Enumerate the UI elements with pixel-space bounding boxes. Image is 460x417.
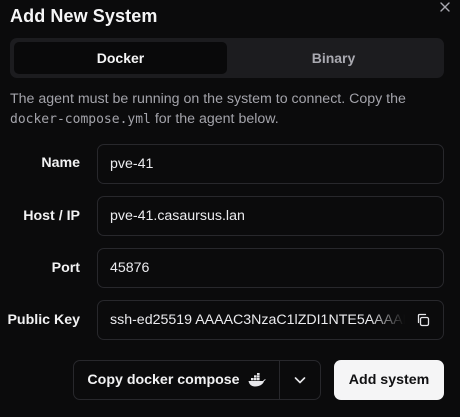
compose-options-dropdown[interactable] (280, 361, 320, 399)
port-value: 45876 (110, 260, 150, 276)
port-label: Port (51, 260, 80, 276)
port-input[interactable]: 45876 (97, 248, 444, 288)
instructions-after: for the agent below. (150, 111, 279, 127)
name-input[interactable]: pve-41 (97, 144, 444, 184)
copy-compose-split-button: Copy docker compose (73, 360, 321, 400)
copy-docker-compose-button[interactable]: Copy docker compose (74, 361, 279, 399)
host-label: Host / IP (23, 208, 80, 224)
compose-filename: docker-compose.yml (10, 112, 151, 127)
host-input[interactable]: pve-41.casaursus.lan (97, 196, 444, 236)
copy-icon (417, 313, 430, 327)
public-key-input[interactable]: ssh-ed25519 AAAAC3NzaC1lZDI1NTE5AAAAI (97, 300, 444, 340)
add-system-dialog: Add New System Docker Binary The agent m… (0, 0, 460, 417)
dialog-title: Add New System (10, 6, 158, 26)
public-key-value: ssh-ed25519 AAAAC3NzaC1lZDI1NTE5AAAAI (110, 312, 405, 328)
name-value: pve-41 (110, 156, 154, 172)
tab-binary[interactable]: Binary (227, 42, 440, 74)
public-key-label: Public Key (7, 312, 80, 328)
close-button[interactable] (436, 0, 454, 14)
name-label: Name (41, 155, 80, 171)
copy-key-button[interactable] (409, 306, 437, 334)
install-method-tabs: Docker Binary (10, 38, 444, 78)
copy-compose-label: Copy docker compose (87, 372, 240, 388)
host-value: pve-41.casaursus.lan (110, 208, 245, 224)
instructions-before: The agent must be running on the system … (10, 91, 406, 107)
instructions-text: The agent must be running on the system … (10, 89, 450, 130)
add-system-button[interactable]: Add system (334, 360, 444, 400)
chevron-down-icon (294, 377, 306, 384)
tab-docker[interactable]: Docker (14, 42, 227, 74)
docker-icon (248, 373, 266, 387)
close-icon (440, 2, 450, 12)
